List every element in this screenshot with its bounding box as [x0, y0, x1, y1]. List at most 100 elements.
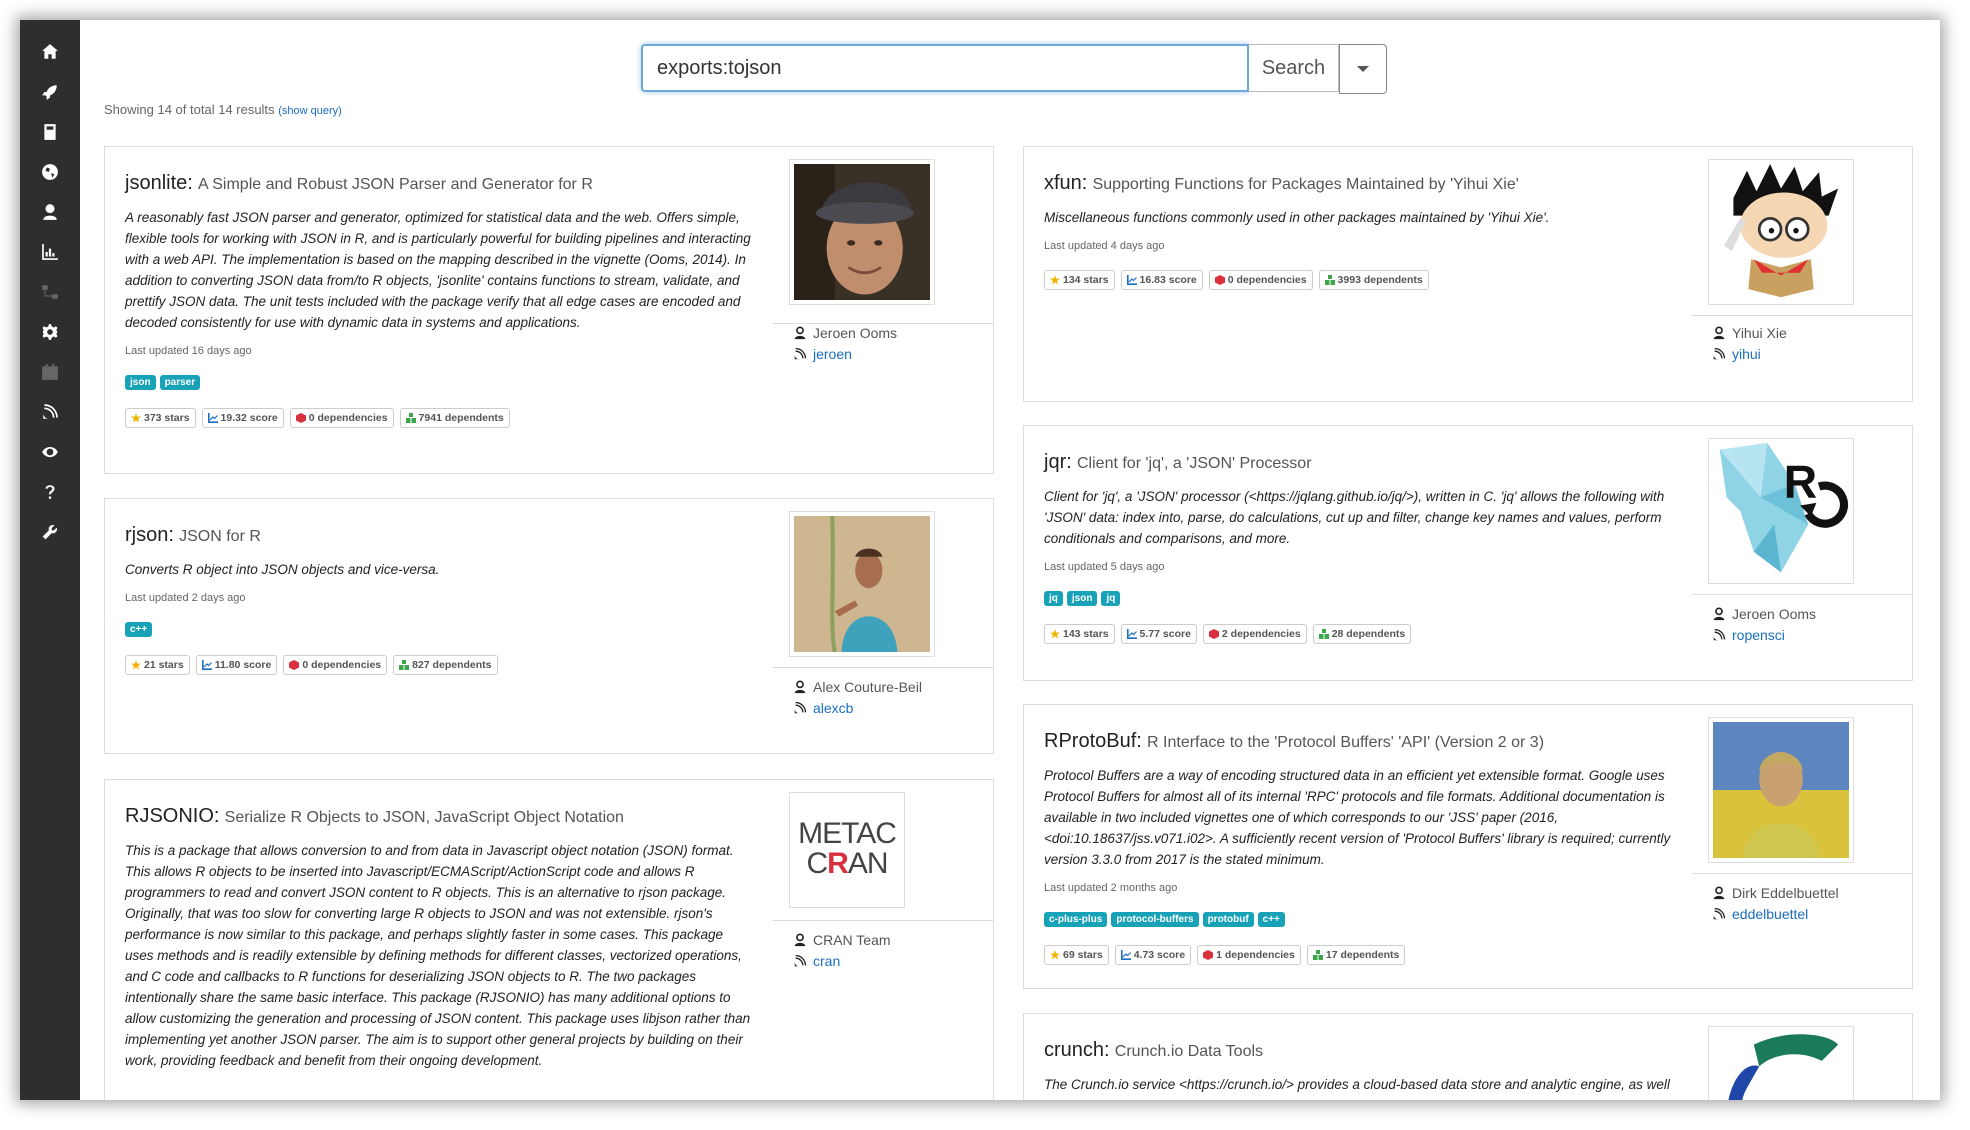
topic-tag[interactable]: c++ — [125, 622, 153, 637]
maintainer-name[interactable]: CRAN Team — [793, 932, 891, 948]
dependents-badge[interactable]: 28 dependents — [1312, 624, 1412, 644]
dependencies-badge[interactable]: 2 dependencies — [1202, 624, 1307, 644]
trend-icon — [207, 413, 218, 423]
topic-tag[interactable]: jq — [1044, 591, 1063, 606]
gear-icon[interactable] — [20, 312, 80, 352]
last-updated: Last updated 2 months ago — [1044, 882, 1178, 894]
package-name-link[interactable]: RProtoBuf: — [1044, 730, 1142, 752]
topic-tag[interactable]: jq — [1101, 591, 1121, 606]
dependents-badge[interactable]: 7941 dependents — [399, 408, 510, 428]
cubes-icon — [399, 660, 410, 670]
user-icon — [794, 326, 806, 340]
dependents-badge[interactable]: 3993 dependents — [1318, 270, 1429, 290]
search-button[interactable]: Search — [1249, 44, 1339, 92]
package-name-link[interactable]: crunch: — [1044, 1039, 1110, 1061]
eye-icon[interactable] — [20, 432, 80, 472]
search-options-dropdown[interactable] — [1339, 44, 1387, 94]
package-card-rjson: rjson: JSON for R Converts R object into… — [104, 498, 994, 754]
maintainer-avatar[interactable] — [789, 159, 935, 305]
star-icon — [131, 660, 141, 670]
topic-tag[interactable]: protocol-buffers — [1111, 912, 1199, 927]
score-badge[interactable]: 11.80 score — [195, 655, 278, 675]
result-count-text: Showing 14 of total 14 results — [104, 102, 275, 117]
universe-link[interactable]: ropensci — [1712, 627, 1785, 643]
dependencies-badge[interactable]: 1 dependencies — [1197, 945, 1301, 965]
star-icon — [1050, 629, 1060, 639]
svg-text:R: R — [1784, 455, 1817, 507]
satellite-icon[interactable] — [20, 392, 80, 432]
dependencies-badge[interactable]: 0 dependencies — [289, 408, 394, 428]
topic-tag[interactable]: json — [1066, 591, 1098, 606]
calendar-icon[interactable] — [20, 352, 80, 392]
user-icon[interactable] — [20, 192, 80, 232]
maintainer-panel — [1692, 1014, 1912, 1100]
maintainer-avatar[interactable] — [1708, 1026, 1854, 1100]
package-description: This is a package that allows conversion… — [125, 843, 751, 1068]
topic-tag[interactable]: c++ — [1257, 912, 1285, 927]
question-icon[interactable] — [20, 472, 80, 512]
search-input[interactable] — [641, 44, 1249, 92]
dependents-badge[interactable]: 827 dependents — [393, 655, 498, 675]
maintainer-avatar[interactable] — [789, 511, 935, 657]
bar-chart-icon[interactable] — [20, 232, 80, 272]
home-icon[interactable] — [20, 32, 80, 72]
universe-link[interactable]: cran — [793, 953, 840, 969]
topic-tag[interactable]: c-plus-plus — [1044, 912, 1108, 927]
stars-badge[interactable]: 69 stars — [1044, 945, 1109, 965]
maintainer-name[interactable]: Dirk Eddelbuettel — [1712, 885, 1839, 901]
maintainer-avatar[interactable] — [1708, 717, 1854, 863]
maintainer-panel: Yihui Xie yihui — [1692, 147, 1912, 401]
universe-link[interactable]: eddelbuettel — [1712, 906, 1808, 922]
score-badge[interactable]: 16.83 score — [1120, 270, 1203, 290]
universe-name: jeroen — [813, 346, 852, 362]
network-icon[interactable] — [20, 272, 80, 312]
package-title: R Interface to the 'Protocol Buffers' 'A… — [1147, 734, 1545, 751]
package-name-link[interactable]: rjson: — [125, 524, 174, 546]
maintainer-avatar[interactable]: R — [1708, 438, 1854, 584]
stars-badge[interactable]: 134 stars — [1044, 270, 1115, 290]
maintainer-name[interactable]: Alex Couture-Beil — [793, 679, 922, 695]
universe-link[interactable]: yihui — [1712, 346, 1761, 362]
universe-link[interactable]: jeroen — [793, 346, 852, 362]
package-icon — [1208, 629, 1219, 639]
stars-count: 134 stars — [1063, 274, 1109, 286]
globe-icon[interactable] — [20, 152, 80, 192]
package-name-link[interactable]: jsonlite: — [125, 172, 193, 194]
metacran-logo[interactable]: METAC CRAN — [789, 792, 905, 908]
package-name-link[interactable]: RJSONIO: — [125, 805, 219, 827]
stats-row: 69 stars 4.73 score 1 dependencies 17 de… — [1044, 945, 1674, 965]
topic-tag[interactable]: parser — [159, 375, 201, 390]
maintainer-name[interactable]: Jeroen Ooms — [793, 325, 897, 341]
stars-badge[interactable]: 143 stars — [1044, 624, 1115, 644]
stars-badge[interactable]: 373 stars — [125, 408, 196, 428]
book-icon[interactable] — [20, 112, 80, 152]
search-bar: Search — [641, 44, 1387, 94]
dependencies-count: 2 dependencies — [1221, 628, 1301, 640]
maintainer-name-text: Alex Couture-Beil — [813, 679, 922, 695]
score-badge[interactable]: 19.32 score — [201, 408, 284, 428]
wrench-icon[interactable] — [20, 512, 80, 552]
maintainer-name-text: Dirk Eddelbuettel — [1732, 885, 1839, 901]
maintainer-avatar[interactable] — [1708, 159, 1854, 305]
result-count: Showing 14 of total 14 results (show que… — [104, 102, 342, 117]
package-heading: jsonlite: A Simple and Robust JSON Parse… — [125, 169, 755, 199]
package-name-link[interactable]: jqr: — [1044, 451, 1072, 473]
stars-badge[interactable]: 21 stars — [125, 655, 190, 675]
browser-window: Search Showing 14 of total 14 results (s… — [20, 20, 1940, 1100]
universe-link[interactable]: alexcb — [793, 700, 853, 716]
package-icon — [295, 413, 306, 423]
dependencies-badge[interactable]: 0 dependencies — [1208, 270, 1313, 290]
dependencies-badge[interactable]: 0 dependencies — [283, 655, 388, 675]
maintainer-name[interactable]: Yihui Xie — [1712, 325, 1787, 341]
cubes-icon — [405, 413, 416, 423]
show-query-link[interactable]: (show query) — [278, 105, 342, 117]
score-badge[interactable]: 5.77 score — [1120, 624, 1197, 644]
last-updated: Last updated 2 days ago — [125, 592, 246, 604]
rocket-icon[interactable] — [20, 72, 80, 112]
maintainer-name[interactable]: Jeroen Ooms — [1712, 606, 1816, 622]
topic-tag[interactable]: json — [125, 375, 156, 390]
score-badge[interactable]: 4.73 score — [1114, 945, 1192, 965]
topic-tag[interactable]: protobuf — [1202, 912, 1254, 927]
dependents-badge[interactable]: 17 dependents — [1306, 945, 1406, 965]
package-name-link[interactable]: xfun: — [1044, 172, 1087, 194]
